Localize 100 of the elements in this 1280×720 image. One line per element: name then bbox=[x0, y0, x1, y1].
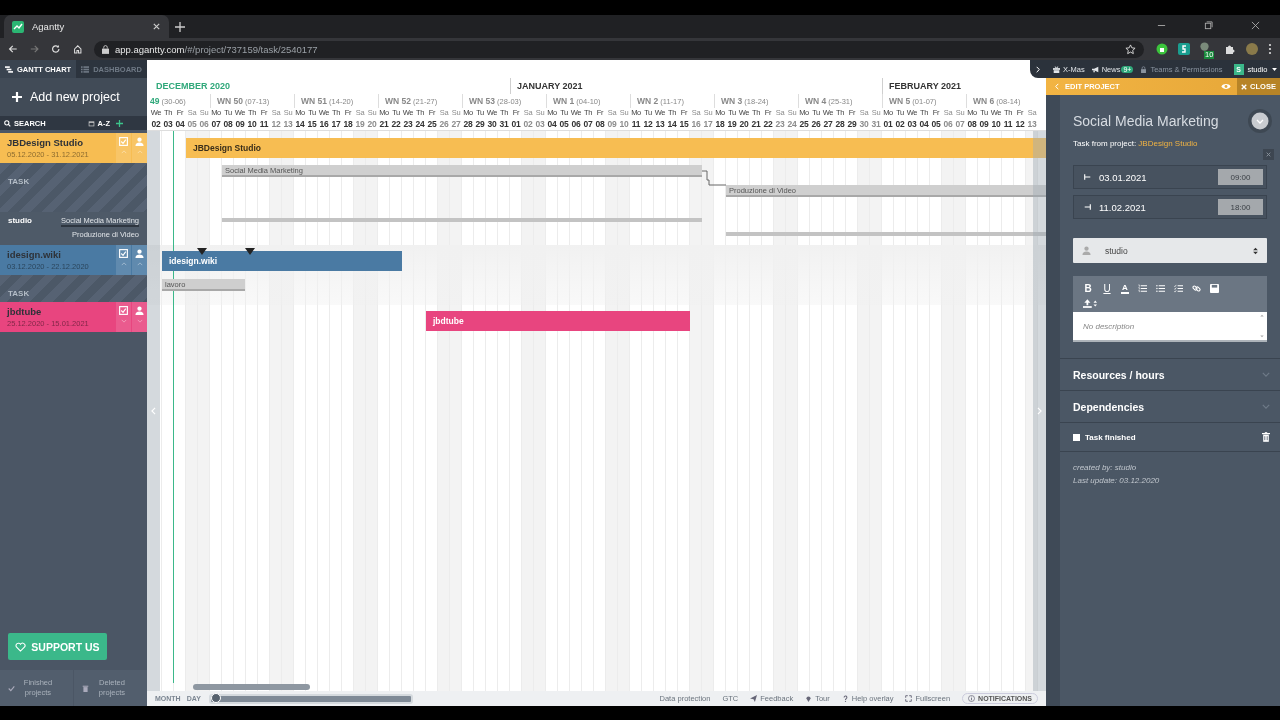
caret-icon bbox=[1271, 67, 1277, 71]
checklist-icon[interactable] bbox=[1174, 284, 1183, 293]
upload-icon[interactable] bbox=[1083, 299, 1097, 308]
forward-icon[interactable] bbox=[29, 43, 39, 55]
day-number: 23 bbox=[402, 119, 414, 129]
dropdown-icon[interactable] bbox=[1248, 109, 1272, 133]
scrollbar-arrows-icon[interactable] bbox=[1259, 313, 1265, 339]
support-button[interactable]: SUPPORT US bbox=[8, 633, 107, 660]
format-button[interactable]: A bbox=[1121, 283, 1129, 294]
task-finished-checkbox[interactable]: Task finished bbox=[1073, 432, 1136, 442]
section-header[interactable]: Resources / hours bbox=[1060, 359, 1280, 391]
reload-icon[interactable] bbox=[51, 43, 61, 55]
close-icon[interactable] bbox=[152, 22, 161, 31]
puzzle-icon[interactable] bbox=[1224, 43, 1236, 55]
search-icon bbox=[4, 119, 11, 127]
task-label: TASK bbox=[8, 177, 30, 186]
day-number: 27 bbox=[822, 119, 834, 129]
user-icon[interactable] bbox=[135, 306, 144, 315]
day-number: 30 bbox=[858, 119, 870, 129]
day-number: 19 bbox=[354, 119, 366, 129]
project-bar[interactable]: jbdtube bbox=[426, 311, 690, 331]
avatar-icon[interactable] bbox=[1246, 43, 1258, 55]
day-number: 02 bbox=[150, 119, 162, 129]
day-number: 26 bbox=[810, 119, 822, 129]
user-icon[interactable] bbox=[135, 249, 144, 258]
day-number: 11 bbox=[630, 119, 642, 129]
project-bar[interactable]: idesign.wiki bbox=[162, 251, 402, 271]
day-number: 22 bbox=[762, 119, 774, 129]
address-bar[interactable]: app.agantty.com/#/project/737159/task/2540177 bbox=[94, 40, 1144, 58]
home-icon[interactable] bbox=[72, 43, 82, 55]
link-icon[interactable] bbox=[1192, 284, 1201, 293]
lock-icon bbox=[102, 44, 109, 54]
project-bar[interactable]: JBDesign Studio bbox=[186, 138, 1046, 158]
day-number: 22 bbox=[390, 119, 402, 129]
milestone-icon[interactable] bbox=[245, 248, 255, 255]
day-number: 05 bbox=[558, 119, 570, 129]
day-number: 05 bbox=[186, 119, 198, 129]
back-icon[interactable] bbox=[8, 43, 18, 55]
day-number: 09 bbox=[234, 119, 246, 129]
bullet-list-icon[interactable] bbox=[1156, 284, 1165, 293]
scrollbar-thumb[interactable] bbox=[193, 684, 310, 690]
day-number: 12 bbox=[1014, 119, 1026, 129]
checkbox-icon[interactable] bbox=[119, 306, 128, 315]
heart-icon bbox=[15, 641, 27, 652]
extension-icon[interactable] bbox=[1156, 43, 1168, 55]
day-number: 09 bbox=[978, 119, 990, 129]
format-button[interactable]: U bbox=[1102, 283, 1112, 294]
day-number: 15 bbox=[678, 119, 690, 129]
day-number: 08 bbox=[966, 119, 978, 129]
checkbox-icon[interactable] bbox=[119, 137, 128, 146]
day-number: 13 bbox=[654, 119, 666, 129]
info-icon bbox=[968, 695, 976, 702]
day-number: 02 bbox=[894, 119, 906, 129]
fullscreen-icon bbox=[905, 695, 913, 702]
restore-icon[interactable] bbox=[1204, 21, 1213, 30]
day-number: 29 bbox=[846, 119, 858, 129]
slider-thumb[interactable] bbox=[210, 692, 221, 703]
close-icon[interactable] bbox=[1251, 21, 1260, 30]
save-icon[interactable] bbox=[1210, 284, 1219, 293]
day-number: 08 bbox=[594, 119, 606, 129]
gift-icon bbox=[1053, 65, 1060, 73]
chevron-left-icon bbox=[151, 407, 156, 415]
chevron-right-icon[interactable] bbox=[1036, 65, 1040, 73]
new-tab-icon[interactable] bbox=[175, 21, 185, 32]
day-number: 09 bbox=[606, 119, 618, 129]
start-icon bbox=[1084, 174, 1091, 180]
project-link[interactable]: JBDesign Studio bbox=[1138, 139, 1198, 148]
task-label: TASK bbox=[8, 289, 30, 298]
add-project-button[interactable]: Add new project bbox=[0, 78, 147, 116]
day-number: 26 bbox=[438, 119, 450, 129]
resource-name: studio bbox=[8, 216, 32, 227]
month-label: DECEMBER 2020 bbox=[156, 81, 231, 91]
month-label: JANUARY 2021 bbox=[517, 81, 583, 91]
day-number: 28 bbox=[834, 119, 846, 129]
favicon-icon bbox=[12, 20, 24, 33]
checkbox-icon[interactable] bbox=[119, 249, 128, 258]
star-icon[interactable] bbox=[1125, 43, 1136, 55]
extension-icon[interactable] bbox=[1178, 43, 1190, 55]
start-time-field[interactable]: 09:00 bbox=[1218, 169, 1263, 185]
zoom-slider[interactable] bbox=[208, 693, 413, 704]
add-icon[interactable] bbox=[116, 119, 123, 127]
end-icon bbox=[1084, 204, 1091, 210]
task-project-text: Task from project: JBDesign Studio bbox=[1073, 139, 1199, 148]
menu-icon[interactable] bbox=[1268, 43, 1272, 55]
trash-icon[interactable] bbox=[1262, 432, 1270, 442]
day-number: 30 bbox=[486, 119, 498, 129]
end-time-field[interactable]: 18:00 bbox=[1218, 199, 1263, 215]
day-number: 07 bbox=[210, 119, 222, 129]
numbered-list-icon[interactable] bbox=[1138, 284, 1147, 293]
day-number: 14 bbox=[294, 119, 306, 129]
trash-icon bbox=[82, 684, 89, 692]
assignee-select[interactable]: studio bbox=[1073, 238, 1267, 263]
browser-tab[interactable]: Agantty bbox=[4, 15, 169, 38]
milestone-icon[interactable] bbox=[197, 248, 207, 255]
section-header[interactable]: Dependencies bbox=[1060, 391, 1280, 423]
start-date-field[interactable]: 03.01.2021 09:00 bbox=[1073, 165, 1267, 189]
format-button[interactable]: B bbox=[1083, 283, 1093, 294]
end-date-field[interactable]: 11.02.2021 18:00 bbox=[1073, 195, 1267, 219]
day-number: 06 bbox=[198, 119, 210, 129]
description-field[interactable]: No description bbox=[1073, 312, 1267, 342]
